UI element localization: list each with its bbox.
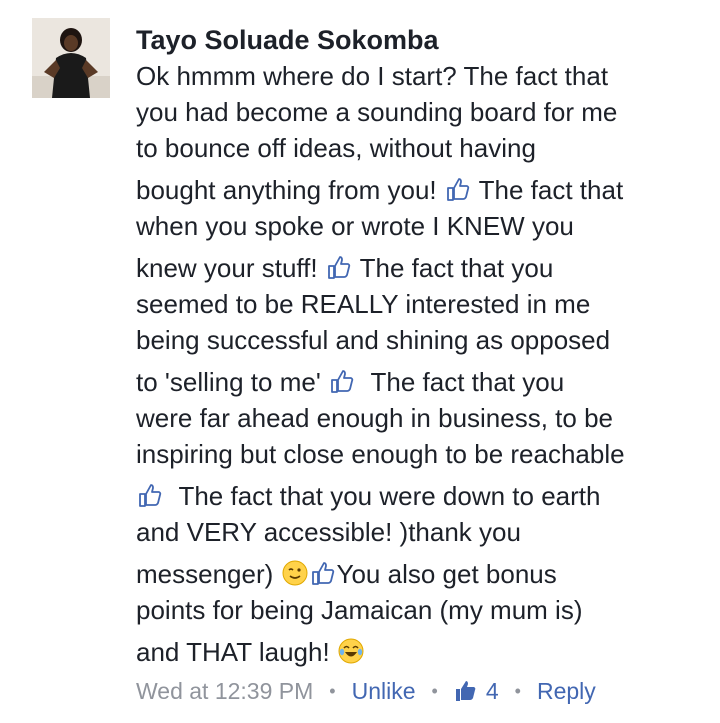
comment-line: seemed to be REALLY interested in me [136, 286, 706, 322]
comment-text: you had become a sounding board for me [136, 97, 618, 127]
comment-text: The fact that you [359, 253, 554, 283]
comment-text: points for being Jamaican (my mum is) [136, 595, 583, 625]
comment-line: knew your stuff! The fact that you [136, 250, 706, 286]
thumbs-up-icon [328, 367, 356, 395]
comment-text: to bounce off ideas, without having [136, 133, 536, 163]
comment-line: Ok hmmm where do I start? The fact that [136, 58, 706, 94]
comment-line: when you spoke or wrote I KNEW you [136, 208, 706, 244]
comment-text: The fact that you [370, 367, 565, 397]
thumbs-up-filled-icon [455, 681, 476, 701]
avatar[interactable] [32, 18, 110, 98]
tears-of-joy-icon [337, 637, 365, 665]
comment-text: The fact that you were down to earth [178, 481, 601, 511]
comment-line: you had become a sounding board for me [136, 94, 706, 130]
comment-line: The fact that you were down to earth [136, 478, 706, 514]
comment-text: You also get bonus [336, 559, 557, 589]
comment-text: were far ahead enough in business, to be [136, 403, 614, 433]
comment-text: bought anything from you! [136, 175, 437, 205]
thumbs-up-icon [444, 175, 472, 203]
comment-line: bought anything from you! The fact that [136, 172, 706, 208]
like-count: 4 [485, 678, 499, 704]
comment-text: messenger) [136, 559, 274, 589]
comment-text: being successful and shining as opposed [136, 325, 611, 355]
thumbs-up-icon [136, 481, 164, 509]
comment-line: to bounce off ideas, without having [136, 130, 706, 166]
comment-text: Ok hmmm where do I start? The fact that [136, 61, 609, 91]
winking-face-icon [281, 559, 309, 587]
comment-footer: Wed at 12:39 PM • Unlike • 4 • Reply [136, 675, 596, 707]
comment-text: knew your stuff! [136, 253, 318, 283]
comment-line: messenger) You also get bonus [136, 556, 706, 592]
comment-line: and VERY accessible! )thank you [136, 514, 706, 550]
thumbs-up-icon [309, 559, 337, 587]
comment-text: and VERY accessible! )thank you [136, 517, 521, 547]
separator: • [329, 681, 336, 701]
comment-text: when you spoke or wrote I KNEW you [136, 211, 574, 241]
comment-author[interactable]: Tayo Soluade Sokomba [136, 22, 706, 58]
comment-text: The fact that [478, 175, 624, 205]
like-count-button[interactable]: 4 [454, 675, 499, 707]
comment-body: Tayo Soluade Sokomba Ok hmmm where do I … [136, 22, 706, 670]
comment-line: to 'selling to me' The fact that you [136, 364, 706, 400]
comment-line: were far ahead enough in business, to be [136, 400, 706, 436]
timestamp[interactable]: Wed at 12:39 PM [136, 675, 313, 707]
reply-button[interactable]: Reply [537, 675, 596, 707]
separator: • [431, 681, 438, 701]
comment-text: to 'selling to me' [136, 367, 321, 397]
comment-line: points for being Jamaican (my mum is) [136, 592, 706, 628]
comment-line: and THAT laugh! [136, 634, 706, 670]
thumbs-up-icon [325, 253, 353, 281]
comment-line: being successful and shining as opposed [136, 322, 706, 358]
comment-line: inspiring but close enough to be reachab… [136, 436, 706, 472]
unlike-button[interactable]: Unlike [352, 675, 416, 707]
comment-text: and THAT laugh! [136, 637, 330, 667]
comment-text: seemed to be REALLY interested in me [136, 289, 591, 319]
separator: • [514, 681, 521, 701]
comment-text: inspiring but close enough to be reachab… [136, 439, 625, 469]
